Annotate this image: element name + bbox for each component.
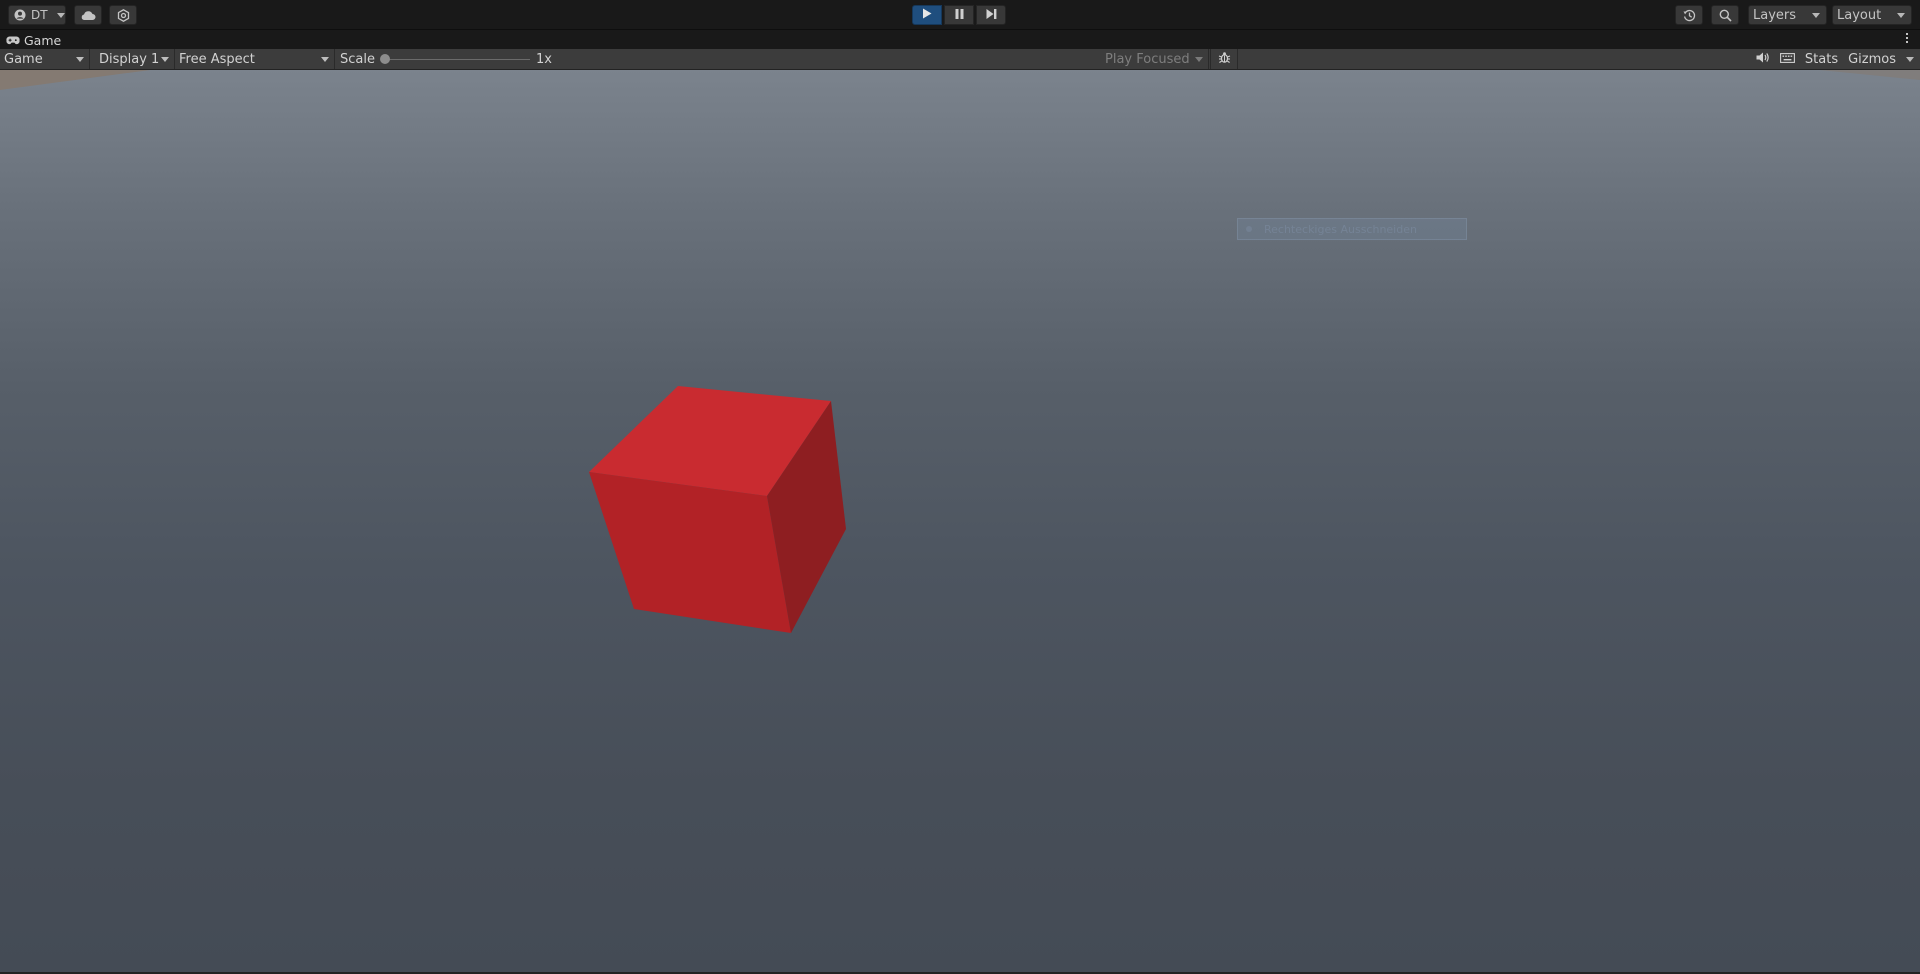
chevron-down-icon: [1906, 56, 1914, 62]
tooltip-dot-icon: [1246, 226, 1252, 232]
scale-value: 1x: [536, 52, 552, 67]
scale-control: Scale 1x: [336, 49, 556, 69]
scale-slider-track[interactable]: [384, 59, 530, 60]
step-button[interactable]: [976, 5, 1006, 25]
history-button[interactable]: [1675, 5, 1703, 25]
collab-button[interactable]: [109, 5, 137, 25]
layout-label: Layout: [1837, 7, 1882, 23]
chevron-down-icon: [76, 57, 84, 62]
game-toolbar-right: Stats Gizmos: [1751, 49, 1920, 69]
layers-dropdown[interactable]: Layers: [1748, 5, 1827, 25]
cloud-button[interactable]: [74, 5, 102, 25]
search-button[interactable]: [1711, 5, 1739, 25]
account-label: DT: [31, 8, 48, 22]
tab-title: Game: [24, 33, 62, 48]
account-dropdown[interactable]: DT: [8, 5, 66, 25]
gizmos-dropdown[interactable]: Gizmos: [1843, 49, 1920, 69]
chevron-down-icon: [161, 57, 169, 62]
view-mode-dropdown[interactable]: Game: [0, 49, 90, 69]
bug-icon: [1218, 51, 1231, 68]
ground-edge-right: [1820, 70, 1920, 80]
game-viewport[interactable]: Rechteckiges Ausschneiden: [0, 70, 1920, 972]
aspect-label: Free Aspect: [179, 51, 255, 67]
mute-audio-button[interactable]: [1751, 49, 1775, 69]
tab-game[interactable]: Game: [6, 32, 61, 49]
history-icon: [1683, 9, 1696, 22]
keyboard-icon: [1779, 52, 1795, 67]
view-mode-label: Game: [4, 51, 43, 67]
frame-debugger-button[interactable]: [1210, 49, 1238, 69]
chevron-down-icon: [1812, 12, 1820, 18]
chevron-down-icon: [1897, 12, 1905, 18]
cloud-icon: [80, 10, 96, 21]
game-tab-header: Game: [0, 30, 1920, 49]
play-controls: [912, 5, 1006, 25]
search-icon: [1719, 9, 1732, 22]
stats-button[interactable]: Stats: [1800, 49, 1843, 69]
play-mode-dropdown[interactable]: Play Focused: [1101, 49, 1209, 69]
ghost-tooltip-text: Rechteckiges Ausschneiden: [1264, 222, 1417, 236]
collab-icon: [117, 8, 130, 22]
scale-label: Scale: [340, 51, 375, 67]
display-dropdown[interactable]: Display 1: [95, 49, 175, 69]
ground-edge-left: [0, 70, 150, 90]
layout-dropdown[interactable]: Layout: [1832, 5, 1912, 25]
scene-render: [0, 70, 1920, 633]
red-cube: [589, 386, 846, 633]
ghost-tooltip: Rechteckiges Ausschneiden: [1237, 218, 1467, 240]
kebab-menu-icon[interactable]: [1906, 33, 1910, 43]
aspect-dropdown[interactable]: Free Aspect: [175, 49, 335, 69]
step-icon: [986, 8, 997, 23]
game-view-toolbar: Game Display 1 Free Aspect Scale 1x Play…: [0, 49, 1920, 70]
main-toolbar: DT Layers Layout: [0, 0, 1920, 30]
play-button[interactable]: [912, 5, 942, 25]
play-icon: [922, 8, 932, 23]
audio-icon: [1756, 52, 1770, 67]
game-controller-icon: [6, 33, 20, 48]
pause-icon: [955, 8, 964, 23]
chevron-down-icon: [1195, 57, 1203, 62]
play-mode-label: Play Focused: [1105, 51, 1190, 67]
scale-slider-thumb[interactable]: [380, 54, 390, 64]
chevron-down-icon: [321, 57, 329, 62]
gizmos-label: Gizmos: [1848, 51, 1896, 67]
layers-label: Layers: [1753, 7, 1797, 23]
display-label: Display 1: [99, 51, 160, 67]
account-icon: [14, 9, 26, 21]
cube-front-face: [589, 472, 791, 633]
shortcuts-button[interactable]: [1775, 49, 1800, 69]
pause-button[interactable]: [944, 5, 974, 25]
chevron-down-icon: [56, 12, 65, 18]
